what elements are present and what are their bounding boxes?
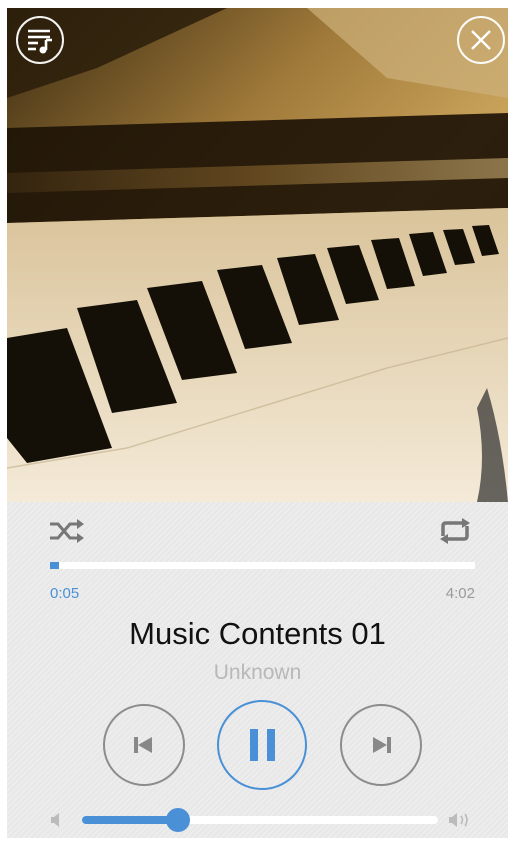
pause-icon bbox=[250, 729, 275, 761]
piano-keys-image bbox=[7, 8, 508, 502]
volume-slider[interactable] bbox=[82, 808, 438, 832]
seek-bar-progress bbox=[50, 562, 59, 569]
repeat-icon bbox=[440, 518, 470, 544]
track-artist: Unknown bbox=[213, 661, 302, 684]
previous-track-button[interactable] bbox=[103, 704, 185, 786]
repeat-button[interactable] bbox=[435, 516, 475, 546]
volume-low-icon bbox=[47, 812, 65, 828]
pause-button[interactable] bbox=[217, 700, 307, 790]
shuffle-icon bbox=[50, 519, 84, 543]
music-player: 0:05 4:02 Music Contents 01 Unknown bbox=[7, 8, 508, 838]
volume-slider-handle[interactable] bbox=[166, 808, 191, 832]
playlist-music-icon bbox=[28, 29, 52, 54]
shuffle-button[interactable] bbox=[47, 516, 87, 546]
total-duration: 4:02 bbox=[445, 585, 475, 602]
volume-slider-level bbox=[82, 816, 179, 824]
next-track-button[interactable] bbox=[340, 704, 422, 786]
playlist-button[interactable] bbox=[16, 16, 64, 64]
skip-next-icon bbox=[373, 737, 391, 753]
volume-high-icon bbox=[447, 812, 473, 828]
close-icon bbox=[471, 30, 491, 50]
album-art bbox=[7, 8, 508, 502]
close-button[interactable] bbox=[457, 16, 505, 64]
skip-previous-icon bbox=[134, 737, 152, 753]
track-title: Music Contents 01 bbox=[129, 616, 386, 651]
elapsed-time: 0:05 bbox=[50, 585, 80, 602]
seek-bar[interactable] bbox=[50, 562, 475, 569]
controls-panel: 0:05 4:02 Music Contents 01 Unknown bbox=[7, 502, 508, 838]
